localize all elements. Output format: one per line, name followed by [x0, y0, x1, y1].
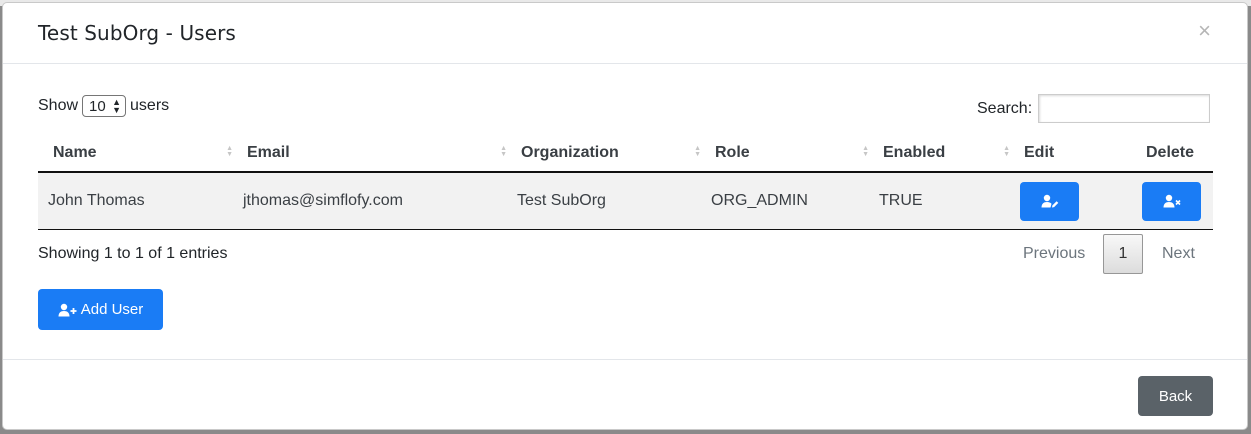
add-user-button[interactable]: Add User [38, 289, 163, 330]
pagination-page-1[interactable]: 1 [1103, 234, 1143, 274]
table-info: Showing 1 to 1 of 1 entries [38, 245, 228, 262]
modal-footer: Back [3, 359, 1247, 430]
column-label: Email [247, 143, 290, 161]
table-row: John Thomas jthomas@simflofy.com Test Su… [38, 172, 1213, 230]
column-label: Role [715, 143, 750, 161]
user-plus-icon [58, 303, 77, 316]
cell-name: John Thomas [38, 172, 243, 230]
edit-user-button[interactable] [1020, 181, 1079, 221]
column-label: Delete [1146, 143, 1195, 161]
cell-organization: Test SubOrg [517, 172, 711, 230]
select-arrows-icon: ▲ ▼ [112, 97, 122, 115]
cell-delete [1142, 172, 1213, 230]
delete-user-button[interactable] [1142, 181, 1201, 221]
page-length-value: 10 [89, 97, 106, 115]
column-header-enabled[interactable]: Enabled ▲ ▼ [879, 134, 1020, 173]
add-user-label: Add User [80, 301, 144, 318]
column-label: Edit [1024, 143, 1055, 161]
cell-email: jthomas@simflofy.com [243, 172, 517, 230]
cell-edit [1020, 172, 1142, 230]
user-edit-icon [1041, 194, 1058, 208]
pagination-previous[interactable]: Previous [1011, 245, 1103, 263]
modal-title: Test SubOrg - Users [38, 21, 236, 45]
column-header-role[interactable]: Role ▲ ▼ [711, 134, 879, 173]
back-button[interactable]: Back [1138, 376, 1213, 416]
search-input[interactable] [1038, 94, 1211, 123]
length-prefix: Show [38, 97, 79, 114]
length-suffix: users [130, 97, 170, 114]
search-control: Search: [977, 94, 1211, 123]
page-length-select[interactable]: 10 ▲ ▼ [82, 95, 127, 117]
pagination-next[interactable]: Next [1143, 245, 1195, 263]
search-label: Search: [977, 99, 1033, 117]
column-label: Enabled [883, 143, 946, 161]
sort-icon: ▲ ▼ [1003, 145, 1010, 158]
close-icon[interactable]: × [1198, 19, 1211, 43]
sort-icon: ▲ ▼ [226, 145, 233, 158]
sort-icon: ▲ ▼ [500, 145, 507, 158]
cell-enabled: TRUE [879, 172, 1020, 230]
column-label: Organization [521, 143, 619, 161]
column-header-delete: Delete [1142, 134, 1213, 173]
modal-header: Test SubOrg - Users × [3, 3, 1247, 64]
column-header-email[interactable]: Email ▲ ▼ [243, 134, 517, 173]
column-header-name[interactable]: Name ▲ ▼ [38, 134, 243, 173]
length-control: Show 10 ▲ ▼ users [38, 95, 169, 117]
users-table: Name ▲ ▼ Email ▲ ▼ Organization ▲ ▼ Role ▲ ▼… [38, 134, 1213, 230]
table-header-row: Name ▲ ▼ Email ▲ ▼ Organization ▲ ▼ Role ▲ ▼… [38, 134, 1213, 173]
user-remove-icon [1163, 194, 1181, 208]
pagination: Previous 1 Next [1011, 234, 1195, 274]
sort-icon: ▲ ▼ [862, 145, 869, 158]
column-label: Name [53, 143, 97, 161]
cell-role: ORG_ADMIN [711, 172, 879, 230]
sort-icon: ▲ ▼ [694, 145, 701, 158]
column-header-edit: Edit [1020, 134, 1142, 173]
users-modal: Test SubOrg - Users × Show 10 ▲ ▼ users S… [2, 2, 1248, 430]
column-header-organization[interactable]: Organization ▲ ▼ [517, 134, 711, 173]
